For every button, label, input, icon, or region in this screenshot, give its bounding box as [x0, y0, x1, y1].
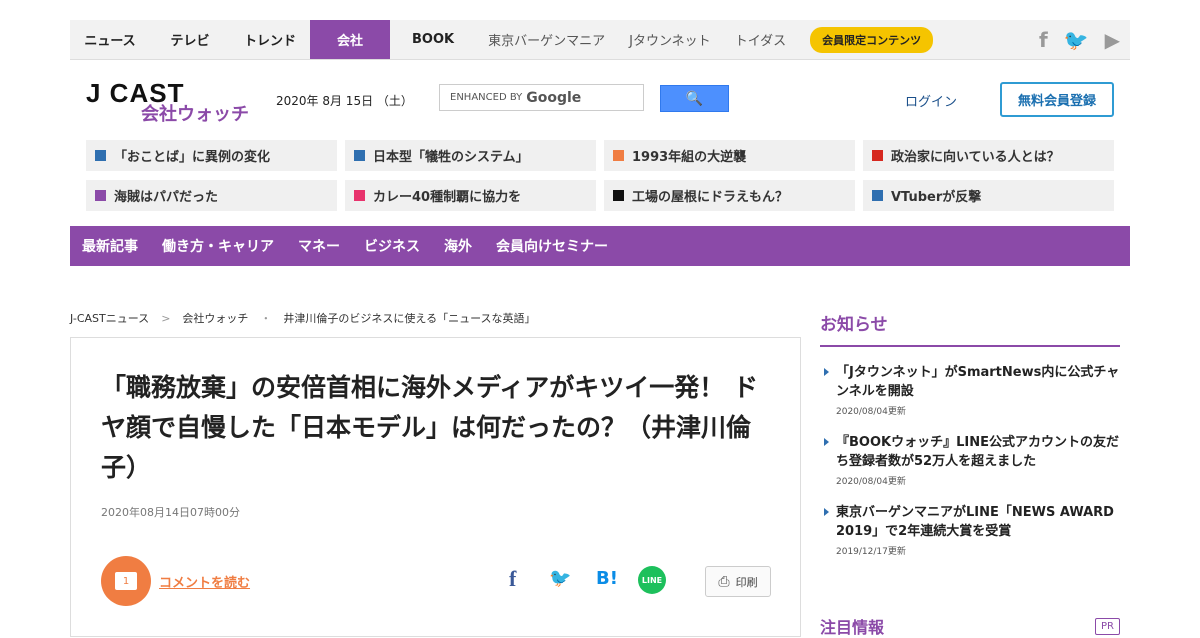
topic-label[interactable]: 政治家に向いている人とは？ [891, 146, 1060, 165]
cat-latest[interactable]: 最新記事 [82, 236, 138, 256]
search-button[interactable]: 🔍 [660, 85, 729, 112]
print-label: 印刷 [735, 575, 758, 589]
topic-grid: 「おことば」に異例の変化 日本型「犠牲のシステム」 1993年組の大逆襲 政治家に向い… [86, 140, 1118, 211]
print-icon: ⎙ [718, 573, 730, 590]
site-logo[interactable]: J CAST 会社ウォッチ [86, 78, 256, 126]
breadcrumb-jcast-news[interactable]: J-CASTニュース [70, 310, 149, 326]
topic-chip[interactable]: 「おことば」に異例の変化 [86, 140, 337, 171]
topic-color-marker [613, 190, 624, 201]
nav-tv[interactable]: テレビ [150, 20, 230, 59]
google-brand: Google [526, 89, 582, 106]
twitter-icon[interactable]: 🐦 [1064, 28, 1089, 52]
members-only-badge[interactable]: 会員限定コンテンツ [810, 26, 934, 53]
topic-chip[interactable]: 日本型「犠牲のシステム」 [345, 140, 596, 171]
topic-color-marker [872, 190, 883, 201]
cat-overseas[interactable]: 海外 [444, 236, 472, 256]
nav-book[interactable]: BOOK [390, 20, 476, 59]
comment-icon[interactable]: 1 [101, 556, 151, 606]
cat-career[interactable]: 働き方・キャリア [162, 236, 274, 256]
topic-label[interactable]: 1993年組の大逆襲 [632, 146, 746, 165]
breadcrumb-series[interactable]: 井津川倫子のビジネスに使える「ニュースな英語」 [283, 310, 535, 326]
topic-chip[interactable]: カレー40種制覇に協力を [345, 180, 596, 211]
pr-badge: PR [1095, 617, 1120, 635]
breadcrumb: J-CASTニュース > 会社ウォッチ ・ 井津川倫子のビジネスに使える「ニュー… [70, 310, 536, 326]
share-facebook-icon[interactable]: f [509, 566, 516, 592]
nav-company[interactable]: 会社 [310, 20, 390, 59]
search-input[interactable]: ENHANCED BY Google [439, 84, 644, 111]
logo-kaisha-watch: 会社ウォッチ [141, 104, 249, 125]
topic-color-marker [872, 150, 883, 161]
share-line-icon[interactable]: LINE [638, 566, 666, 594]
nav-news[interactable]: ニュース [70, 20, 150, 59]
search-enhanced-label: ENHANCED BY [450, 92, 523, 103]
topic-label[interactable]: 海賊はパパだった [114, 186, 218, 205]
topic-label[interactable]: VTuberが反撃 [891, 186, 981, 205]
article-card: 「職務放棄」の安倍首相に海外メディアがキツイ一発！ ドヤ顔で自慢した「日本モデル… [70, 337, 801, 637]
topic-chip[interactable]: 1993年組の大逆襲 [604, 140, 855, 171]
nav-toidas[interactable]: トイダス [723, 20, 798, 59]
news-date: 2020/08/04更新 [836, 477, 906, 487]
topic-label[interactable]: 「おことば」に異例の変化 [114, 146, 270, 165]
news-item[interactable]: 「Jタウンネット」がSmartNews内に公式チャンネルを開設 2020/08/… [820, 363, 1120, 417]
breadcrumb-separator: > [161, 311, 171, 325]
news-date: 2020/08/04更新 [836, 407, 906, 417]
featured-header: 注目情報 PR [820, 614, 1120, 638]
top-nav: ニュース テレビ トレンド 会社 BOOK 東京バーゲンマニア Jタウンネット … [70, 20, 1130, 60]
read-comments-link[interactable]: コメントを読む [159, 572, 250, 591]
news-item[interactable]: 『BOOKウォッチ』LINE公式アカウントの友だち登録者数が52万人を超えました… [820, 433, 1120, 487]
news-date: 2019/12/17更新 [836, 547, 906, 557]
current-date: 2020年 8月 15日 （土） [276, 94, 413, 108]
topic-chip[interactable]: 政治家に向いている人とは？ [863, 140, 1114, 171]
news-title[interactable]: 「Jタウンネット」がSmartNews内に公式チャンネルを開設 [836, 363, 1120, 401]
youtube-icon[interactable]: ▶ [1105, 28, 1120, 52]
topic-chip[interactable]: 海賊はパパだった [86, 180, 337, 211]
topic-color-marker [354, 190, 365, 201]
topic-color-marker [354, 150, 365, 161]
topic-chip[interactable]: 工場の屋根にドラえもん？ [604, 180, 855, 211]
nav-j-town-net[interactable]: Jタウンネット [617, 20, 723, 59]
topic-color-marker [95, 190, 106, 201]
news-title[interactable]: 『BOOKウォッチ』LINE公式アカウントの友だち登録者数が52万人を超えました [836, 433, 1120, 471]
featured-title: 注目情報 [820, 618, 885, 637]
share-hatena-icon[interactable]: B! [596, 568, 618, 589]
news-title[interactable]: 東京バーゲンマニアがLINE「NEWS AWARD 2019」で2年連続大賞を受… [836, 503, 1120, 541]
news-item[interactable]: 東京バーゲンマニアがLINE「NEWS AWARD 2019」で2年連続大賞を受… [820, 503, 1120, 557]
login-link[interactable]: ログイン [905, 91, 957, 110]
breadcrumb-separator: ・ [260, 312, 272, 325]
social-links: f 🐦 ▶ [1039, 28, 1130, 52]
facebook-icon[interactable]: f [1039, 28, 1048, 52]
topic-label[interactable]: 日本型「犠牲のシステム」 [373, 146, 529, 165]
comment-widget[interactable]: 1 コメントを読む [101, 556, 250, 606]
topic-label[interactable]: 工場の屋根にドラえもん？ [632, 186, 788, 205]
print-button[interactable]: ⎙ 印刷 [705, 566, 771, 597]
topic-color-marker [95, 150, 106, 161]
cat-money[interactable]: マネー [298, 236, 340, 256]
register-button[interactable]: 無料会員登録 [1000, 82, 1114, 117]
comment-count: 1 [115, 572, 137, 590]
article-title: 「職務放棄」の安倍首相に海外メディアがキツイ一発！ ドヤ顔で自慢した「日本モデル… [101, 373, 758, 482]
sidebar-title: お知らせ [820, 310, 1120, 347]
nav-trend[interactable]: トレンド [230, 20, 310, 59]
nav-bargain-mania[interactable]: 東京バーゲンマニア [476, 20, 617, 59]
share-twitter-icon[interactable]: 🐦 [549, 568, 571, 589]
sidebar: お知らせ 「Jタウンネット」がSmartNews内に公式チャンネルを開設 202… [820, 310, 1120, 557]
cat-business[interactable]: ビジネス [364, 236, 420, 256]
cat-seminar[interactable]: 会員向けセミナー [496, 236, 608, 256]
topic-color-marker [613, 150, 624, 161]
article-pubdate: 2020年08月14日07時00分 [101, 506, 240, 519]
topic-label[interactable]: カレー40種制覇に協力を [373, 186, 521, 205]
breadcrumb-kaisha-watch[interactable]: 会社ウォッチ [182, 310, 248, 326]
topic-chip[interactable]: VTuberが反撃 [863, 180, 1114, 211]
category-bar: 最新記事 働き方・キャリア マネー ビジネス 海外 会員向けセミナー [70, 226, 1130, 266]
search-icon: 🔍 [685, 90, 704, 107]
